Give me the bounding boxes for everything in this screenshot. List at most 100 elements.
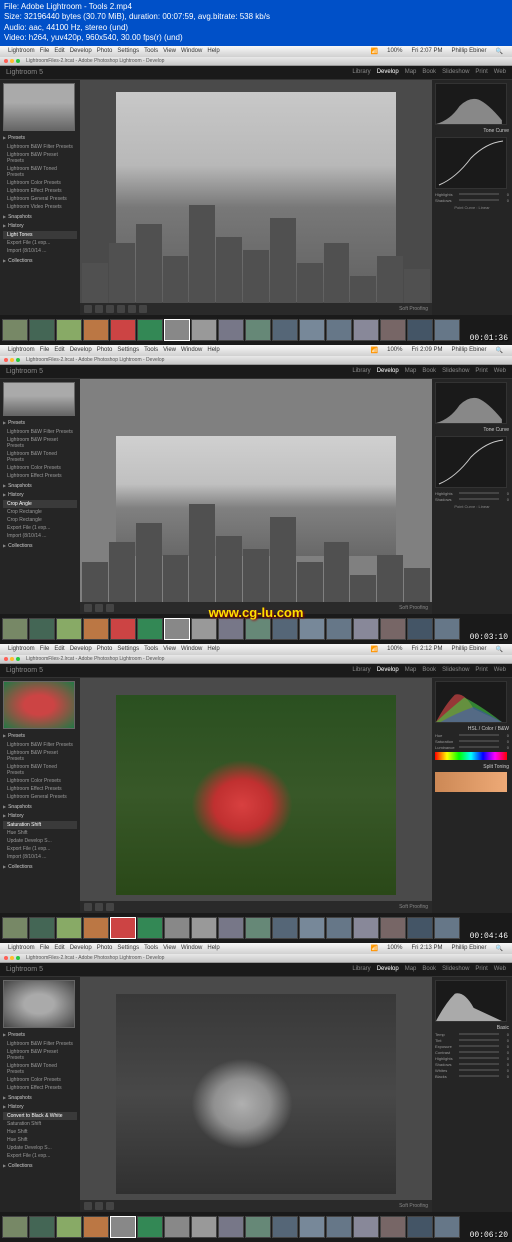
slider-temp[interactable]: Temp0: [435, 1032, 509, 1037]
nav-develop[interactable]: Develop: [377, 966, 399, 972]
history-item[interactable]: Export File (1 exp...: [3, 524, 77, 532]
spot-tool-icon[interactable]: [95, 903, 103, 911]
preset-item[interactable]: Lightroom B&W Toned Presets: [3, 1062, 77, 1076]
collections-header[interactable]: Collections: [3, 1163, 77, 1169]
basic-label[interactable]: Basic: [435, 1025, 509, 1031]
filmstrip-thumb[interactable]: [29, 917, 55, 939]
point-curve-label[interactable]: Point Curve : Linear: [435, 504, 509, 509]
menu-lightroom[interactable]: Lightroom: [8, 945, 35, 951]
soft-proofing-label[interactable]: Soft Proofing: [399, 605, 428, 611]
nav-web[interactable]: Web: [494, 368, 506, 374]
menu-window[interactable]: Window: [181, 945, 202, 951]
hue-gradient[interactable]: [435, 752, 507, 760]
spotlight-icon[interactable]: 🔍: [496, 347, 503, 354]
filmstrip-thumb[interactable]: [407, 917, 433, 939]
filmstrip-thumb[interactable]: [326, 1216, 352, 1238]
menu-view[interactable]: View: [163, 48, 176, 54]
filmstrip-thumb[interactable]: [272, 618, 298, 640]
filmstrip-thumb[interactable]: [218, 1216, 244, 1238]
filmstrip-thumb[interactable]: [299, 618, 325, 640]
history-header[interactable]: History: [3, 492, 77, 498]
slider-blacks[interactable]: Blacks0: [435, 1074, 509, 1079]
filmstrip-thumb[interactable]: [164, 319, 190, 341]
menu-develop[interactable]: Develop: [70, 945, 92, 951]
nav-map[interactable]: Map: [405, 667, 417, 673]
navigator-thumbnail[interactable]: [3, 83, 75, 131]
menu-settings[interactable]: Settings: [117, 646, 139, 652]
filmstrip-thumb[interactable]: [110, 319, 136, 341]
soft-proofing-label[interactable]: Soft Proofing: [399, 306, 428, 312]
filmstrip-thumb[interactable]: [353, 319, 379, 341]
minimize-icon[interactable]: [10, 956, 14, 960]
crop-tool-icon[interactable]: [84, 1202, 92, 1210]
slider-row[interactable]: Shadows0: [435, 198, 509, 203]
history-item[interactable]: Import (8/10/14 ...: [3, 532, 77, 540]
filmstrip-thumb[interactable]: [326, 917, 352, 939]
history-header[interactable]: History: [3, 1104, 77, 1110]
filmstrip-thumb[interactable]: [245, 917, 271, 939]
history-item[interactable]: Convert to Black & White: [3, 1112, 77, 1120]
menu-develop[interactable]: Develop: [70, 347, 92, 353]
filmstrip-thumb[interactable]: [137, 319, 163, 341]
preset-item[interactable]: Lightroom Video Presets: [3, 203, 77, 211]
filmstrip-thumb[interactable]: [245, 618, 271, 640]
menu-develop[interactable]: Develop: [70, 48, 92, 54]
nav-book[interactable]: Book: [422, 667, 436, 673]
preset-item[interactable]: Lightroom B&W Toned Presets: [3, 450, 77, 464]
maximize-icon[interactable]: [16, 657, 20, 661]
preset-item[interactable]: Lightroom B&W Toned Presets: [3, 763, 77, 777]
filmstrip-thumb[interactable]: [245, 1216, 271, 1238]
filmstrip-thumb[interactable]: [83, 618, 109, 640]
history-item[interactable]: Import (8/10/14 ...: [3, 853, 77, 861]
menu-photo[interactable]: Photo: [97, 646, 113, 652]
menu-view[interactable]: View: [163, 646, 176, 652]
nav-slideshow[interactable]: Slideshow: [442, 69, 469, 75]
mac-menubar[interactable]: Lightroom File Edit Develop Photo Settin…: [0, 46, 512, 57]
close-icon[interactable]: [4, 358, 8, 362]
preset-item[interactable]: Lightroom Color Presets: [3, 1076, 77, 1084]
collections-header[interactable]: Collections: [3, 543, 77, 549]
crop-tool-icon[interactable]: [84, 604, 92, 612]
history-item[interactable]: Update Develop S...: [3, 837, 77, 845]
filmstrip-thumb[interactable]: [326, 618, 352, 640]
filmstrip-thumb[interactable]: [56, 618, 82, 640]
menu-edit[interactable]: Edit: [54, 48, 64, 54]
menu-file[interactable]: File: [40, 646, 50, 652]
filmstrip-thumb[interactable]: [83, 917, 109, 939]
nav-web[interactable]: Web: [494, 966, 506, 972]
main-preview[interactable]: Soft Proofing: [80, 379, 432, 614]
tone-curve-label[interactable]: Tone Curve: [435, 128, 509, 134]
menu-view[interactable]: View: [163, 945, 176, 951]
filmstrip-thumb[interactable]: [434, 1216, 460, 1238]
slider-tint[interactable]: Tint0: [435, 1038, 509, 1043]
presets-header[interactable]: Presets: [3, 135, 77, 141]
nav-print[interactable]: Print: [475, 667, 487, 673]
main-preview[interactable]: Soft Proofing: [80, 80, 432, 315]
close-icon[interactable]: [4, 657, 8, 661]
filmstrip-thumb[interactable]: [83, 1216, 109, 1238]
histogram-panel[interactable]: [435, 980, 507, 1022]
filmstrip-thumb[interactable]: [353, 1216, 379, 1238]
filmstrip-thumb[interactable]: [191, 618, 217, 640]
filmstrip-thumb[interactable]: [2, 319, 28, 341]
preset-item[interactable]: Lightroom B&W Preset Presets: [3, 151, 77, 165]
preset-item[interactable]: Lightroom Effect Presets: [3, 785, 77, 793]
history-item[interactable]: Hue Shift: [3, 829, 77, 837]
filmstrip-thumb[interactable]: [218, 917, 244, 939]
filmstrip-thumb[interactable]: [110, 1216, 136, 1238]
filmstrip-thumb[interactable]: [434, 618, 460, 640]
filmstrip-thumb[interactable]: [191, 917, 217, 939]
filmstrip-thumb[interactable]: [137, 618, 163, 640]
hsl-label[interactable]: HSL / Color / B&W: [435, 726, 509, 732]
spotlight-icon[interactable]: 🔍: [496, 945, 503, 952]
filmstrip[interactable]: [0, 913, 512, 943]
menu-edit[interactable]: Edit: [54, 347, 64, 353]
filmstrip-thumb[interactable]: [380, 1216, 406, 1238]
slider-highlights[interactable]: Highlights0: [435, 1056, 509, 1061]
presets-header[interactable]: Presets: [3, 1032, 77, 1038]
filmstrip-thumb[interactable]: [164, 618, 190, 640]
preset-item[interactable]: Lightroom B&W Filter Presets: [3, 143, 77, 151]
history-header[interactable]: History: [3, 223, 77, 229]
filmstrip-thumb[interactable]: [2, 917, 28, 939]
history-item[interactable]: Import (8/10/14 ...: [3, 247, 77, 255]
